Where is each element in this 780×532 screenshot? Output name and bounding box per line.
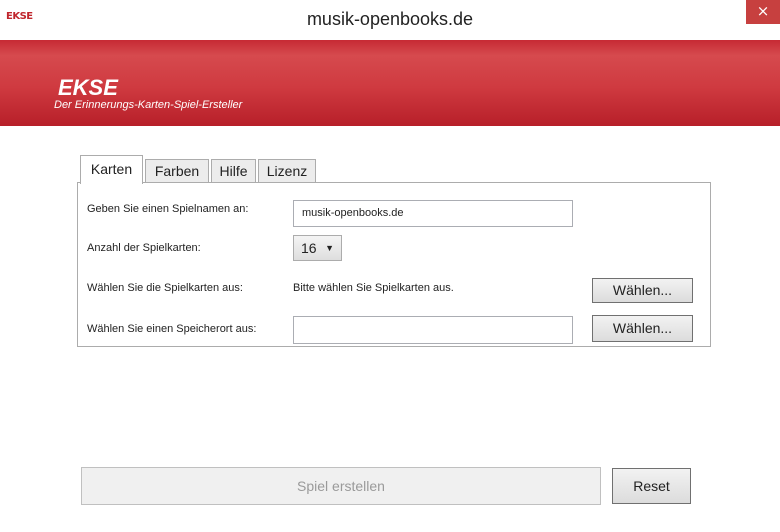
save-location-input[interactable]: [293, 316, 573, 344]
chevron-down-icon: ▼: [325, 243, 334, 253]
choose-location-button[interactable]: Wählen...: [592, 315, 693, 342]
card-count-label: Anzahl der Spielkarten:: [87, 242, 201, 254]
tab-lizenz[interactable]: Lizenz: [258, 159, 316, 183]
title-bar: EKSE musik-openbooks.de ×: [0, 0, 780, 40]
game-name-input[interactable]: musik-openbooks.de: [293, 200, 573, 227]
choose-cards-button[interactable]: Wählen...: [592, 278, 693, 303]
tab-hilfe[interactable]: Hilfe: [211, 159, 256, 183]
close-icon: ×: [756, 2, 770, 20]
game-name-label: Geben Sie einen Spielnamen an:: [87, 203, 249, 215]
card-count-select[interactable]: 16 ▼: [293, 235, 342, 261]
tab-farben[interactable]: Farben: [145, 159, 209, 183]
choose-cards-status: Bitte wählen Sie Spielkarten aus.: [293, 282, 454, 294]
window-title: musik-openbooks.de: [306, 9, 474, 29]
app-subtitle: Der Erinnerungs-Karten-Spiel-Ersteller: [54, 99, 243, 111]
create-game-button[interactable]: Spiel erstellen: [81, 467, 601, 505]
save-location-label: Wählen Sie einen Speicherort aus:: [87, 323, 257, 335]
tab-karten[interactable]: Karten: [80, 155, 143, 184]
card-count-value: 16: [301, 240, 317, 256]
app-brand-title: EKSE: [58, 75, 118, 100]
reset-button[interactable]: Reset: [612, 468, 691, 504]
close-button[interactable]: ×: [746, 0, 780, 24]
choose-cards-label: Wählen Sie die Spielkarten aus:: [87, 282, 243, 294]
